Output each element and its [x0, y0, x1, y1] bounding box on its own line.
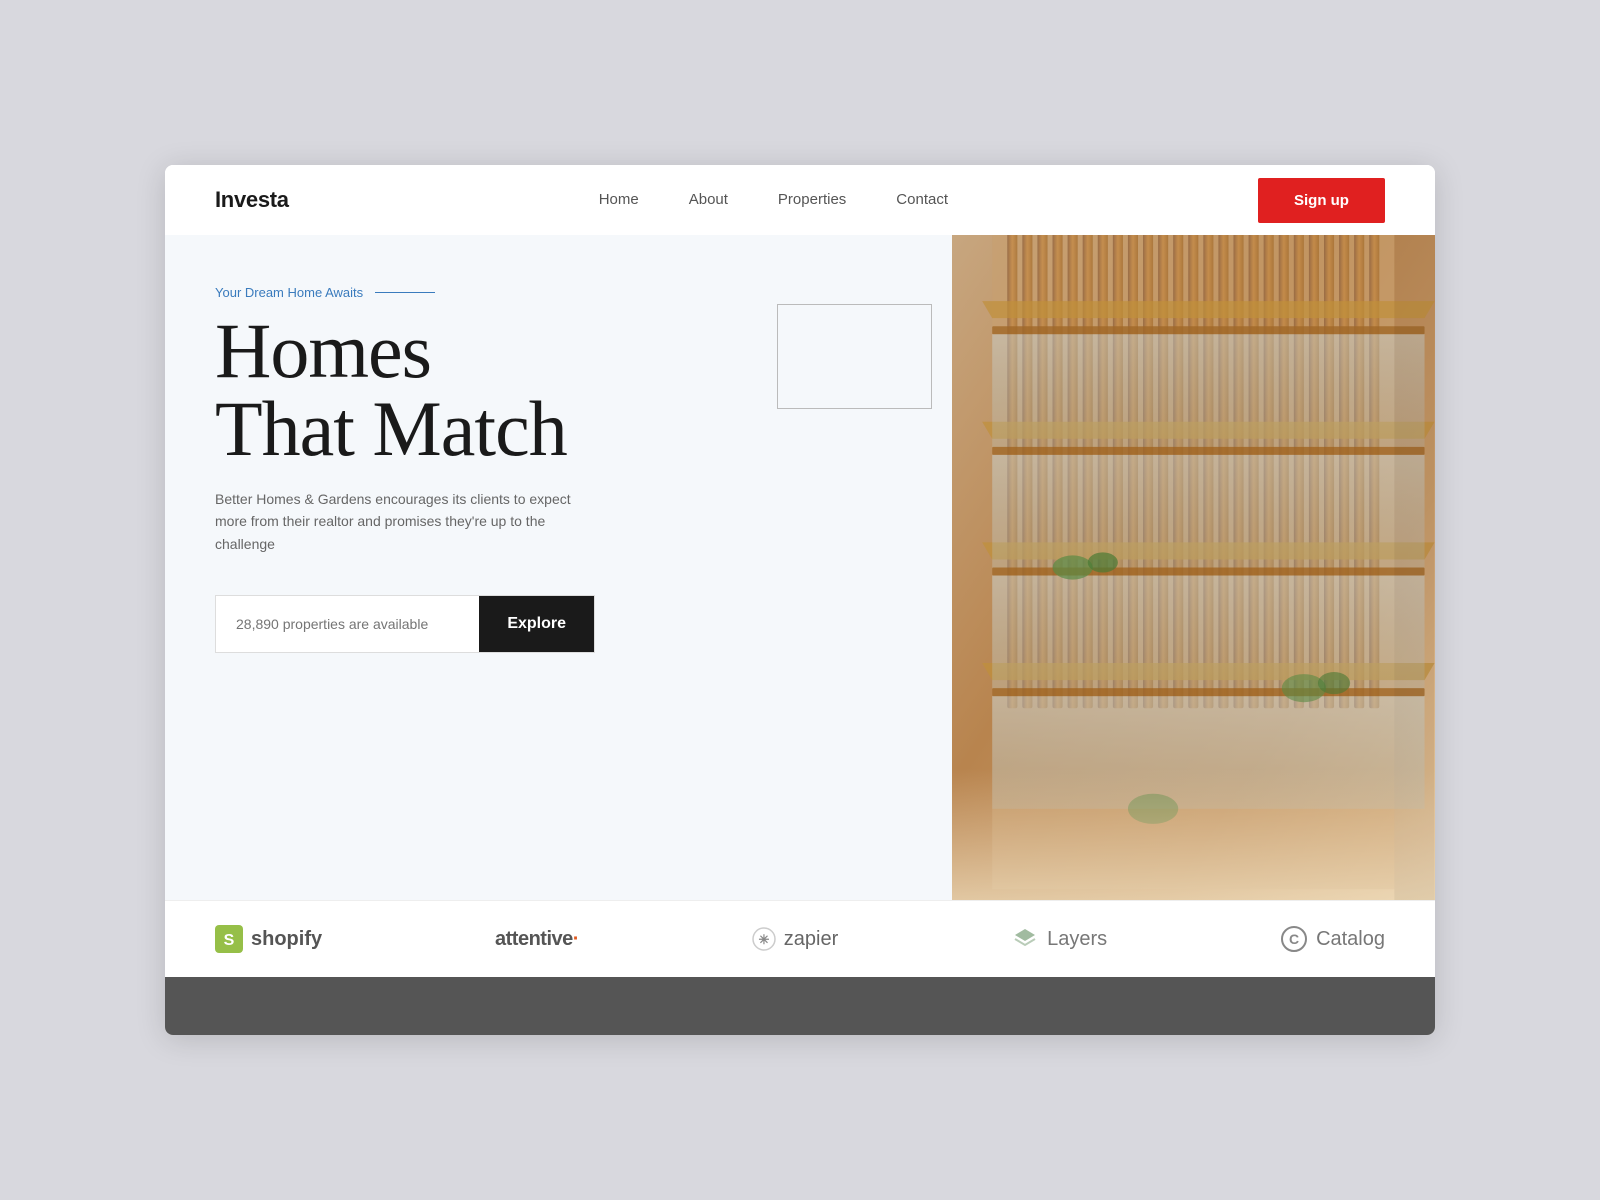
bottom-bar	[165, 977, 1435, 1035]
right-panel	[952, 235, 1435, 900]
hero-title-line1: Homes	[215, 307, 431, 394]
zapier-icon: ✳	[752, 927, 776, 951]
signup-button[interactable]: Sign up	[1258, 178, 1385, 223]
shopify-icon: S	[215, 925, 243, 953]
title-wrapper: Homes That Match	[215, 312, 902, 488]
hero-description: Better Homes & Gardens encourages its cl…	[215, 488, 595, 555]
browser-window: Investa Home About Properties Contact Si…	[165, 165, 1435, 1035]
svg-text:✳: ✳	[758, 932, 769, 947]
layers-icon	[1011, 925, 1039, 953]
nav-about[interactable]: About	[689, 191, 728, 208]
attentive-logo: attentive·	[495, 928, 579, 951]
brand-logo: Investa	[215, 187, 289, 213]
tagline: Your Dream Home Awaits	[215, 285, 902, 300]
layers-logo: Layers	[1011, 925, 1107, 953]
search-input[interactable]	[216, 616, 479, 632]
nav-contact[interactable]: Contact	[896, 191, 948, 208]
catalog-label: Catalog	[1316, 928, 1385, 951]
svg-text:S: S	[224, 932, 235, 949]
zapier-label: zapier	[784, 928, 838, 951]
building-image	[952, 235, 1435, 900]
left-panel: Your Dream Home Awaits Homes That Match …	[165, 235, 952, 900]
navbar: Investa Home About Properties Contact Si…	[165, 165, 1435, 235]
svg-text:C: C	[1289, 931, 1299, 947]
logos-section: S shopify attentive· ✳ zapier Layers	[165, 900, 1435, 977]
nav-links: Home About Properties Contact	[599, 191, 948, 209]
zapier-logo: ✳ zapier	[752, 927, 838, 951]
explore-button[interactable]: Explore	[479, 596, 594, 652]
shopify-logo: S shopify	[215, 925, 322, 953]
catalog-logo: C Catalog	[1280, 925, 1385, 953]
shopify-label: shopify	[251, 928, 322, 951]
layers-label: Layers	[1047, 928, 1107, 951]
main-content: Your Dream Home Awaits Homes That Match …	[165, 235, 1435, 900]
hero-title-line2: That Match	[215, 385, 567, 472]
building-svg	[952, 235, 1435, 900]
attentive-label: attentive·	[495, 928, 579, 951]
nav-properties[interactable]: Properties	[778, 191, 846, 208]
catalog-icon: C	[1280, 925, 1308, 953]
search-bar: Explore	[215, 595, 595, 653]
hero-title: Homes That Match	[215, 312, 902, 468]
nav-home[interactable]: Home	[599, 191, 639, 208]
